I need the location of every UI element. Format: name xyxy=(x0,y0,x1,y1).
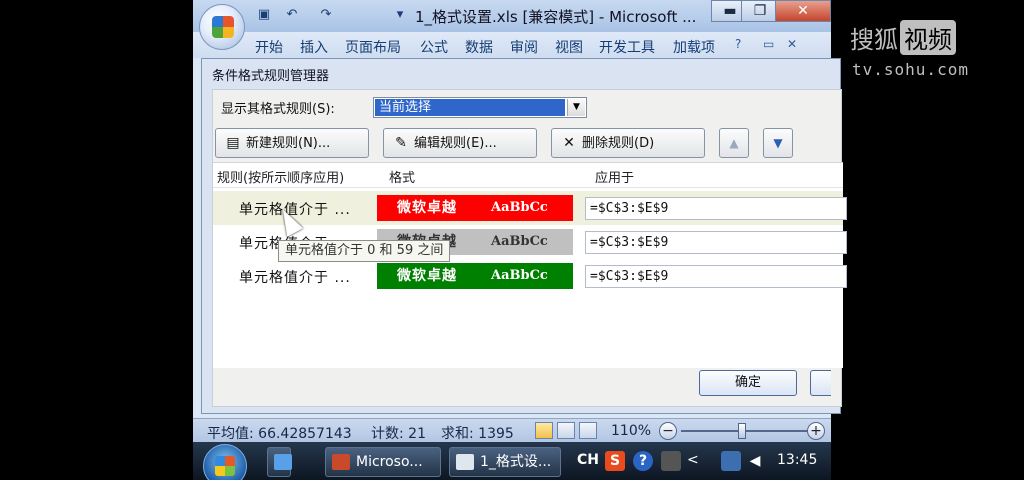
ok-button[interactable]: 确定 xyxy=(699,370,797,396)
normal-view-icon[interactable] xyxy=(535,422,553,439)
tab-data[interactable]: 数据 xyxy=(465,37,493,57)
watermark-video: 视频 xyxy=(900,20,956,55)
status-average: 平均值: 66.42857143 xyxy=(207,426,352,442)
show-rules-label: 显示其格式规则(S): xyxy=(221,102,335,117)
format-preview: 微软卓越 AaBbCc xyxy=(377,263,573,289)
tab-page-layout[interactable]: 页面布局 xyxy=(345,37,401,57)
status-sum: 求和: 1395 xyxy=(441,426,514,442)
restore-button[interactable]: ❐ xyxy=(741,0,779,22)
applies-to-input[interactable]: =$C$3:$E$9 xyxy=(585,265,847,288)
edit-rule-icon: ✎ xyxy=(395,135,407,151)
status-count: 计数: 21 xyxy=(371,426,426,442)
office-button[interactable] xyxy=(199,4,245,50)
redo-icon[interactable]: ↷ xyxy=(317,6,335,24)
ribbon-tabs: 开始 插入 页面布局 公式 数据 审阅 视图 开发工具 加载项 ? ▭ ✕ xyxy=(193,32,831,58)
rule-name: 单元格值介于 ... xyxy=(239,270,351,286)
taskbar-item-label: 1_格式设... xyxy=(480,454,552,470)
dialog-title: 条件格式规则管理器 xyxy=(212,69,330,84)
applies-to-input[interactable]: =$C$3:$E$9 xyxy=(585,231,847,254)
new-rule-icon: ▤ xyxy=(226,135,240,151)
move-up-button[interactable]: ▲ xyxy=(719,128,749,158)
title-bar: ▣ ↶ ↷ ▾ 1_格式设置.xls [兼容模式] - Microsoft ..… xyxy=(193,0,831,32)
column-header-rule: 规则(按所示顺序应用) xyxy=(217,171,345,186)
sohu-watermark: 搜狐 视频 xyxy=(850,20,956,55)
sogou-input-icon[interactable]: S xyxy=(605,451,625,471)
preview-cn: 微软卓越 xyxy=(397,268,457,284)
conditional-format-rules-dialog: 条件格式规则管理器 显示其格式规则(S): 当前选择 ▼ ▤ 新建规则(N)...… xyxy=(201,58,847,414)
delete-rule-label: 删除规则(D) xyxy=(582,136,655,151)
tab-addins[interactable]: 加载项 xyxy=(673,37,715,57)
rules-list: 规则(按所示顺序应用) 格式 应用于 单元格值介于 ... 微软卓越 AaBbC… xyxy=(213,162,847,368)
zoom-in-button[interactable]: + xyxy=(807,422,825,440)
close-button[interactable]: ✕ xyxy=(775,0,831,22)
edit-rule-button[interactable]: ✎ 编辑规则(E)... xyxy=(383,128,537,158)
preview-en: AaBbCc xyxy=(491,234,548,249)
show-desktop-button[interactable] xyxy=(267,447,292,477)
preview-en: AaBbCc xyxy=(491,268,548,283)
desktop-icon xyxy=(274,454,292,470)
tab-review[interactable]: 审阅 xyxy=(510,37,538,57)
start-button[interactable] xyxy=(203,444,247,480)
edit-rule-label: 编辑规则(E)... xyxy=(414,136,497,151)
column-header-format: 格式 xyxy=(389,171,416,186)
tab-developer[interactable]: 开发工具 xyxy=(599,37,655,57)
zoom-slider-thumb[interactable] xyxy=(738,423,746,439)
help-tray-icon[interactable]: ? xyxy=(633,451,653,471)
taskbar: Microso... 1_格式设... CH S ? < ◀ 13:45 xyxy=(193,442,831,480)
help-icon[interactable]: ? xyxy=(735,37,741,51)
status-bar: 平均值: 66.42857143 计数: 21 求和: 1395 110% − … xyxy=(193,418,831,442)
delete-rule-button[interactable]: ✕ 删除规则(D) xyxy=(551,128,705,158)
header-divider xyxy=(213,187,843,188)
rule-tooltip: 单元格值介于 0 和 59 之间 xyxy=(278,240,451,262)
column-header-applies: 应用于 xyxy=(595,171,635,186)
page-break-view-icon[interactable] xyxy=(579,422,597,439)
watermark-name: 搜狐 xyxy=(850,26,898,54)
applies-to-input[interactable]: =$C$3:$E$9 xyxy=(585,197,847,220)
document-icon xyxy=(456,454,474,470)
rule-row-1[interactable]: 单元格值介于 ... 微软卓越 AaBbCc =$C$3:$E$9 xyxy=(213,191,847,225)
tray-app-icon[interactable] xyxy=(661,451,681,471)
tab-insert[interactable]: 插入 xyxy=(300,37,328,57)
zoom-level[interactable]: 110% xyxy=(611,423,651,439)
chevron-down-icon[interactable]: ▼ xyxy=(567,99,585,116)
tray-expand-icon[interactable]: < xyxy=(687,452,699,468)
zoom-out-button[interactable]: − xyxy=(659,422,677,440)
window-title: 1_格式设置.xls [兼容模式] - Microsoft ... xyxy=(415,8,697,26)
move-down-button[interactable]: ▼ xyxy=(763,128,793,158)
network-icon[interactable] xyxy=(721,451,741,471)
new-rule-label: 新建规则(N)... xyxy=(246,136,331,151)
rule-scope-value: 当前选择 xyxy=(375,99,565,116)
page-layout-view-icon[interactable] xyxy=(557,422,575,439)
tab-formulas[interactable]: 公式 xyxy=(420,37,448,57)
tab-view[interactable]: 视图 xyxy=(555,37,583,57)
rule-row-3[interactable]: 单元格值介于 ... 微软卓越 AaBbCc =$C$3:$E$9 xyxy=(213,259,847,293)
volume-icon[interactable]: ◀ xyxy=(745,451,765,471)
ribbon-minimize-icon[interactable]: ▭ xyxy=(763,37,774,51)
rule-scope-select[interactable]: 当前选择 ▼ xyxy=(373,97,587,118)
save-icon[interactable]: ▣ xyxy=(255,6,273,24)
format-preview: 微软卓越 AaBbCc xyxy=(377,195,573,221)
windows-logo-icon xyxy=(215,456,235,476)
office-logo-icon xyxy=(212,16,234,38)
taskbar-item-label: Microso... xyxy=(356,454,423,470)
app-icon xyxy=(332,454,350,470)
ribbon-close-icon[interactable]: ✕ xyxy=(787,37,797,51)
preview-cn: 微软卓越 xyxy=(397,200,457,216)
taskbar-item-excel[interactable]: Microso... xyxy=(325,447,441,477)
watermark-url: tv.sohu.com xyxy=(852,60,969,79)
preview-en: AaBbCc xyxy=(491,200,548,215)
input-language[interactable]: CH xyxy=(577,452,599,468)
delete-icon: ✕ xyxy=(563,135,575,151)
cancel-button[interactable] xyxy=(810,370,831,396)
undo-icon[interactable]: ↶ xyxy=(283,6,301,24)
tab-home[interactable]: 开始 xyxy=(255,37,283,57)
new-rule-button[interactable]: ▤ 新建规则(N)... xyxy=(215,128,369,158)
taskbar-item-workbook[interactable]: 1_格式设... xyxy=(449,447,561,477)
qat-dropdown-icon[interactable]: ▾ xyxy=(391,6,409,24)
clock[interactable]: 13:45 xyxy=(777,452,817,468)
